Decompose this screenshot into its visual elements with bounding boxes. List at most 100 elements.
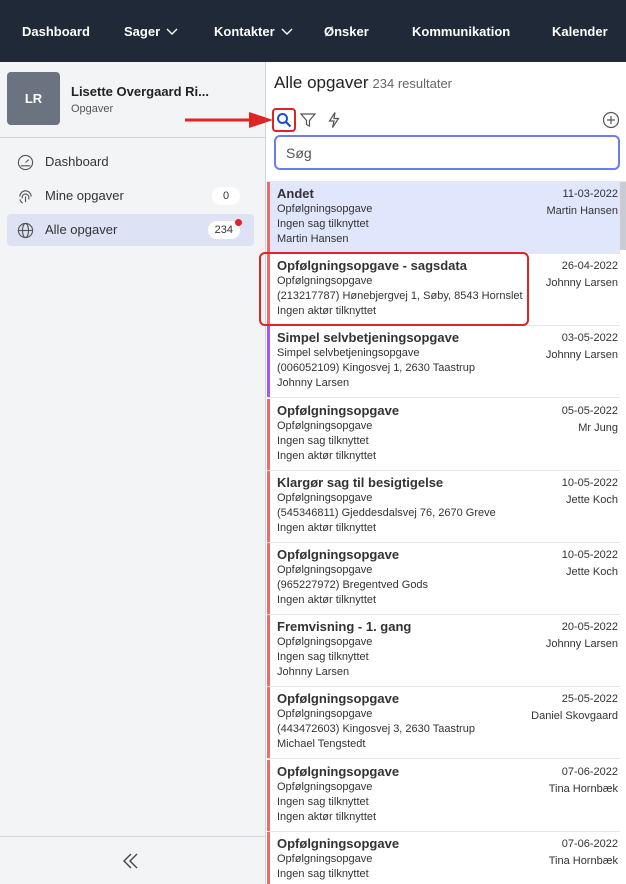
task-detail-line: Opfølgningsopgave xyxy=(277,853,373,865)
nav-kalender[interactable]: Kalender xyxy=(552,24,608,39)
task-detail-line: Opfølgningsopgave xyxy=(277,708,373,720)
task-date: 07-06-2022 xyxy=(561,838,618,850)
task-date: 25-05-2022 xyxy=(561,693,618,705)
top-navigation: Dashboard Sager Kontakter Ønsker Kommuni… xyxy=(0,0,626,62)
task-assignee: Jette Koch xyxy=(566,566,618,578)
chevron-down-icon xyxy=(281,28,293,35)
search-button[interactable] xyxy=(272,108,296,132)
task-detail-line: Opfølgningsopgave xyxy=(277,492,373,504)
task-date: 10-05-2022 xyxy=(561,477,618,489)
task-row[interactable]: Simpel selvbetjeningsopgave 03-05-2022 Joh… xyxy=(267,326,620,398)
task-title: Andet xyxy=(277,186,314,201)
task-assignee: Johnny Larsen xyxy=(545,349,618,361)
globe-icon xyxy=(17,222,34,239)
task-assignee: Tina Hornbæk xyxy=(548,783,618,795)
task-detail-line: Ingen sag tilknyttet xyxy=(277,796,369,808)
task-row[interactable]: Opfølgningsopgave 25-05-2022 Daniel Skovga… xyxy=(267,687,620,759)
collapse-sidebar-button[interactable] xyxy=(0,836,266,884)
add-circle-icon[interactable] xyxy=(602,111,620,129)
annotation-arrow-icon xyxy=(185,112,273,128)
task-detail-line: Simpel selvbetjeningsopgave xyxy=(277,347,420,359)
annotation-highlight-box xyxy=(259,252,529,326)
nav-onsker[interactable]: Ønsker xyxy=(324,24,369,39)
task-detail-line: Ingen aktør tilknyttet xyxy=(277,522,377,534)
task-row[interactable]: Fremvisning - 1. gang 20-05-2022 Johnny La… xyxy=(267,615,620,687)
task-color-bar xyxy=(267,687,270,758)
task-detail-line: Michael Tengstedt xyxy=(277,738,366,750)
task-title: Opfølgningsopgave xyxy=(277,836,400,851)
task-color-bar xyxy=(267,543,270,614)
sidebar-item-label: Alle opgaver xyxy=(45,222,118,237)
task-color-bar xyxy=(267,471,270,542)
nav-sager[interactable]: Sager xyxy=(124,24,178,39)
task-color-bar xyxy=(267,760,270,831)
task-row[interactable]: Opfølgningsopgave 07-06-2022 Tina Hornbæk O… xyxy=(267,832,620,884)
task-detail-line: Martin Hansen xyxy=(277,233,349,245)
task-detail-line: Ingen aktør tilknyttet xyxy=(277,594,377,606)
task-detail-line: Ingen aktør tilknyttet xyxy=(277,811,377,823)
task-detail-line: Johnny Larsen xyxy=(277,666,350,678)
task-detail-line: Opfølgningsopgave xyxy=(277,203,373,215)
task-detail-line: Ingen sag tilknyttet xyxy=(277,435,369,447)
page-title: Alle opgaver 234 resultater xyxy=(274,73,453,92)
double-chevron-left-icon xyxy=(123,853,138,869)
task-date: 10-05-2022 xyxy=(561,549,618,561)
filter-icon[interactable] xyxy=(299,111,317,129)
task-title: Opfølgningsopgave xyxy=(277,691,400,706)
task-row[interactable]: Andet 11-03-2022 Martin Hansen Opfølgningso… xyxy=(267,182,620,254)
task-assignee: Martin Hansen xyxy=(546,205,618,217)
count-badge: 0 xyxy=(212,187,240,205)
task-title: Klargør sag til besigtigelse xyxy=(277,475,444,490)
task-color-bar xyxy=(267,326,270,397)
task-detail-line: Ingen sag tilknyttet xyxy=(277,651,369,663)
task-title: Fremvisning - 1. gang xyxy=(277,619,412,634)
task-detail-line: Ingen sag tilknyttet xyxy=(277,868,369,880)
sidebar-item-label: Mine opgaver xyxy=(45,188,124,203)
search-input[interactable] xyxy=(274,135,620,170)
user-name: Lisette Overgaard Ri... xyxy=(71,84,209,99)
task-color-bar xyxy=(267,615,270,686)
task-title: Opfølgningsopgave xyxy=(277,547,400,562)
task-detail-line: Opfølgningsopgave xyxy=(277,564,373,576)
chevron-down-icon xyxy=(166,28,178,35)
sidebar-item-mine-opgaver[interactable]: Mine opgaver 0 xyxy=(7,180,254,212)
fingerprint-icon xyxy=(19,190,32,204)
sidebar-item-label: Dashboard xyxy=(45,154,109,169)
task-assignee: Tina Hornbæk xyxy=(548,855,618,867)
task-detail-line: Ingen aktør tilknyttet xyxy=(277,450,377,462)
task-detail-line: (006052109) Kingosvej 1, 2630 Taastrup xyxy=(277,362,475,374)
notification-dot xyxy=(235,219,242,226)
task-detail-line: Opfølgningsopgave xyxy=(277,781,373,793)
task-date: 07-06-2022 xyxy=(561,766,618,778)
sidebar-item-alle-opgaver[interactable]: Alle opgaver 234 xyxy=(7,214,254,246)
search-icon xyxy=(277,113,292,128)
task-assignee: Johnny Larsen xyxy=(545,638,618,650)
task-assignee: Johnny Larsen xyxy=(545,277,618,289)
task-detail-line: Ingen sag tilknyttet xyxy=(277,218,369,230)
nav-dashboard[interactable]: Dashboard xyxy=(22,24,90,39)
task-detail-line: Opfølgningsopgave xyxy=(277,636,373,648)
task-date: 26-04-2022 xyxy=(561,260,618,272)
task-row[interactable]: Opfølgningsopgave 10-05-2022 Jette Koch Opf… xyxy=(267,543,620,615)
bolt-icon[interactable] xyxy=(325,111,343,129)
task-color-bar xyxy=(267,182,270,253)
user-subtitle: Opgaver xyxy=(71,103,114,115)
task-row[interactable]: Klargør sag til besigtigelse 10-05-2022 Je… xyxy=(267,471,620,543)
task-row[interactable]: Opfølgningsopgave 07-06-2022 Tina Hornbæk O… xyxy=(267,760,620,832)
nav-kontakter[interactable]: Kontakter xyxy=(214,24,293,39)
task-assignee: Mr Jung xyxy=(578,422,618,434)
task-detail-line: (965227972) Bregentved Gods xyxy=(277,579,429,591)
task-detail-line: (545346811) Gjeddesdalsvej 76, 2670 Grev… xyxy=(277,507,496,519)
result-count: 234 resultater xyxy=(372,76,453,91)
main-panel: Alle opgaver234 resultater Opfølgningsop… xyxy=(267,62,626,884)
sidebar-item-dashboard[interactable]: Dashboard xyxy=(7,146,254,178)
task-detail-line: Johnny Larsen xyxy=(277,377,350,389)
sidebar: LR Lisette Overgaard Ri... Opgaver Dashb… xyxy=(0,62,266,884)
task-date: 03-05-2022 xyxy=(561,332,618,344)
task-row[interactable]: Opfølgningsopgave 05-05-2022 Mr Jung Opfølg… xyxy=(267,399,620,471)
task-color-bar xyxy=(267,399,270,470)
nav-kommunikation[interactable]: Kommunikation xyxy=(412,24,510,39)
task-date: 20-05-2022 xyxy=(561,621,618,633)
task-detail-line: Opfølgningsopgave xyxy=(277,420,373,432)
scrollbar[interactable] xyxy=(620,182,626,250)
